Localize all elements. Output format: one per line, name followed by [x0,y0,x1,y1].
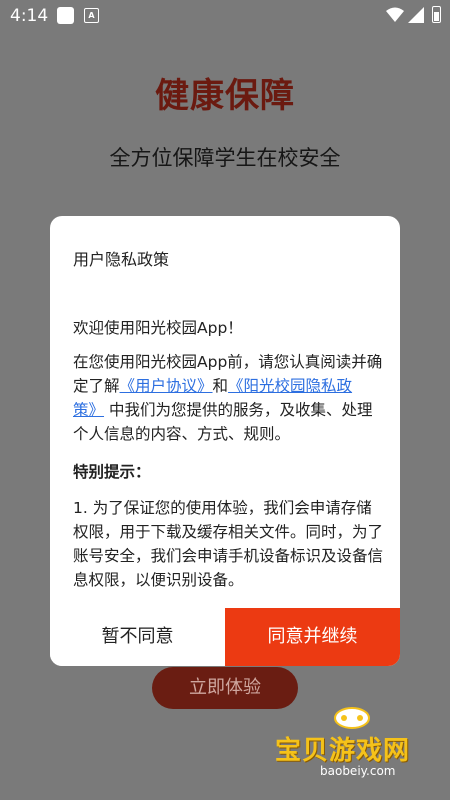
disagree-button[interactable]: 暂不同意 [50,608,225,666]
dialog-title: 用户隐私政策 [73,250,170,269]
privacy-dialog: 用户隐私政策 欢迎使用阳光校园App！ 在您使用阳光校园App前，请您认真阅读并… [50,216,400,666]
welcome-text: 欢迎使用阳光校园App！ [73,319,243,337]
notification-square-icon [57,7,74,24]
app-subtitle: 全方位保障学生在校安全 [109,146,341,170]
intro-text-2: 中我们为您提供的服务，及收集、处理个人信息的内容、方式、规则。 [73,401,373,443]
status-bar: 4:14 A [0,0,450,32]
a-icon: A [84,8,99,23]
special-heading: 特别提示： [73,463,151,481]
and-text: 和 [212,377,229,395]
watermark-url: baobeiy.com [320,764,396,778]
agree-button[interactable]: 同意并继续 [225,608,400,666]
watermark-text: 宝贝游戏网 [275,736,411,766]
battery-icon [432,6,441,23]
wifi-icon [386,7,404,22]
watermark: 宝贝游戏网 baobeiy.com [270,700,450,800]
signal-icon [408,7,424,23]
status-time: 4:14 [10,6,49,26]
user-agreement-link[interactable]: 《用户协议》 [120,377,213,395]
intro-paragraph: 在您使用阳光校园App前，请您认真阅读并确定了解《用户协议》和《阳光校园隐私政策… [73,350,383,446]
dialog-buttons: 暂不同意 同意并继续 [50,608,400,666]
gamepad-icon [334,707,370,729]
dialog-body[interactable]: 欢迎使用阳光校园App！ 在您使用阳光校园App前，请您认真阅读并确定了解《用户… [73,316,383,608]
special-item-1: 1. 为了保证您的使用体验，我们会申请存储权限，用于下载及缓存相关文件。同时，为… [73,499,383,589]
app-title: 健康保障 [155,76,295,116]
